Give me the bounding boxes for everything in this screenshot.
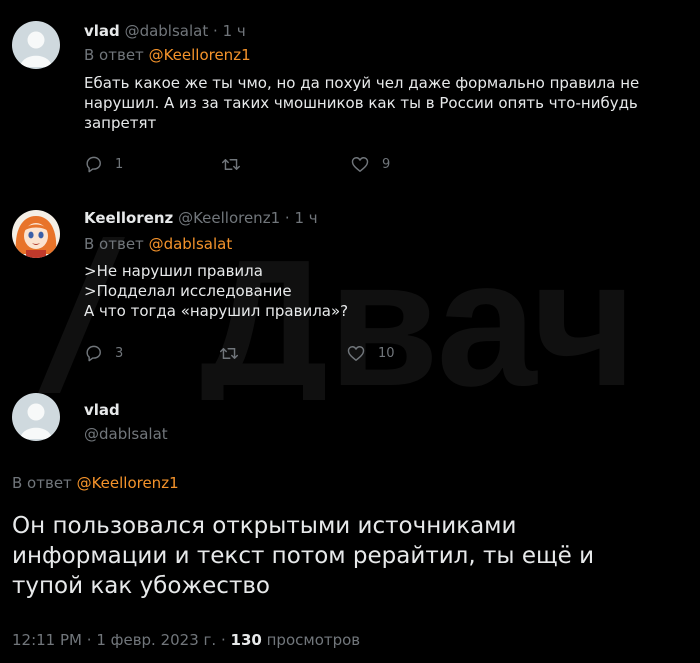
- text-line: тупой как убожество: [12, 573, 270, 599]
- views-label: просмотров: [266, 631, 361, 649]
- user-handle[interactable]: @Keellorenz1: [178, 209, 280, 227]
- reply-button[interactable]: 1: [84, 155, 123, 174]
- like-count: 9: [382, 157, 391, 172]
- timestamp[interactable]: 1 ч: [294, 209, 317, 227]
- reply-mention-link[interactable]: @dablsalat: [149, 235, 233, 253]
- reply-context: В ответ @Keellorenz1: [12, 473, 179, 493]
- reply-prefix: В ответ: [12, 474, 72, 492]
- text-line: Ебать какое же ты чмо, но да похуй чел д…: [84, 74, 640, 92]
- timestamp[interactable]: 1 ч: [223, 22, 246, 40]
- user-name[interactable]: vlad: [84, 401, 120, 419]
- heart-icon: [351, 157, 369, 172]
- reply-button[interactable]: 3: [84, 344, 123, 363]
- reply-icon: [86, 345, 101, 362]
- user-handle[interactable]: @dablsalat: [125, 22, 209, 40]
- meta-separator: ·: [86, 631, 92, 649]
- tweet-header: vlad @dablsalat · 1 ч: [84, 21, 246, 41]
- retweet-icon: [221, 159, 241, 170]
- separator-dot: ·: [284, 209, 290, 227]
- default-avatar-icon[interactable]: [12, 393, 60, 441]
- action-bar: 1 9: [84, 155, 444, 175]
- tweet-handle-row: @dablsalat: [84, 424, 168, 444]
- reply-icon: [86, 156, 101, 173]
- like-button[interactable]: 9: [350, 155, 390, 174]
- separator-dot: ·: [213, 22, 218, 40]
- reply-context: В ответ @dablsalat: [84, 234, 232, 254]
- retweet-button[interactable]: [220, 155, 254, 174]
- tweet-text: >Не нарушил правила >Подделал исследован…: [84, 261, 684, 321]
- text-line: Он пользовался открытыми источниками: [12, 513, 517, 539]
- tweet-meta: 12:11 PM · 1 февр. 2023 г. · 130 просмот…: [12, 630, 360, 650]
- text-line: >Подделал исследование: [84, 282, 292, 300]
- reply-count: 3: [115, 346, 124, 361]
- text-line: А что тогда «нарушил правила»?: [84, 302, 349, 320]
- heart-icon: [347, 346, 365, 361]
- tweet-2[interactable]: Keellorenz @Keellorenz1 · 1 ч В ответ @d…: [0, 190, 700, 385]
- retweet-icon: [219, 348, 239, 359]
- like-count: 10: [378, 346, 395, 361]
- default-avatar-icon[interactable]: [12, 21, 60, 69]
- reply-context: В ответ @Keellorenz1: [84, 45, 251, 65]
- tweet-text: Ебать какое же ты чмо, но да похуй чел д…: [84, 73, 684, 133]
- text-line: информации и текст потом рерайтил, ты ещ…: [12, 543, 595, 569]
- user-name[interactable]: vlad: [84, 22, 120, 40]
- anime-girl-avatar-icon[interactable]: [12, 210, 60, 258]
- reply-prefix: В ответ: [84, 46, 144, 64]
- text-line: запретят: [84, 114, 157, 132]
- user-handle[interactable]: @dablsalat: [84, 425, 168, 443]
- tweet-header: vlad: [84, 400, 120, 420]
- views-count: 130: [230, 631, 262, 649]
- post-time[interactable]: 12:11 PM: [12, 631, 82, 649]
- main-tweet-text: Он пользовался открытыми источниками инф…: [12, 511, 692, 601]
- like-button[interactable]: 10: [346, 344, 395, 363]
- post-date[interactable]: 1 февр. 2023 г.: [96, 631, 216, 649]
- action-bar: 3 10: [84, 344, 444, 364]
- text-line: нарушил. А из за таких чмошников как ты …: [84, 94, 638, 112]
- reply-prefix: В ответ: [84, 235, 144, 253]
- text-line: >Не нарушил правила: [84, 262, 263, 280]
- retweet-button[interactable]: [218, 344, 252, 363]
- reply-mention-link[interactable]: @Keellorenz1: [149, 46, 251, 64]
- tweet-1[interactable]: vlad @dablsalat · 1 ч В ответ @Keelloren…: [0, 0, 700, 190]
- reply-mention-link[interactable]: @Keellorenz1: [77, 474, 179, 492]
- user-name[interactable]: Keellorenz: [84, 209, 173, 227]
- meta-separator: ·: [220, 631, 226, 649]
- tweet-header: Keellorenz @Keellorenz1 · 1 ч: [84, 208, 318, 228]
- reply-count: 1: [115, 157, 124, 172]
